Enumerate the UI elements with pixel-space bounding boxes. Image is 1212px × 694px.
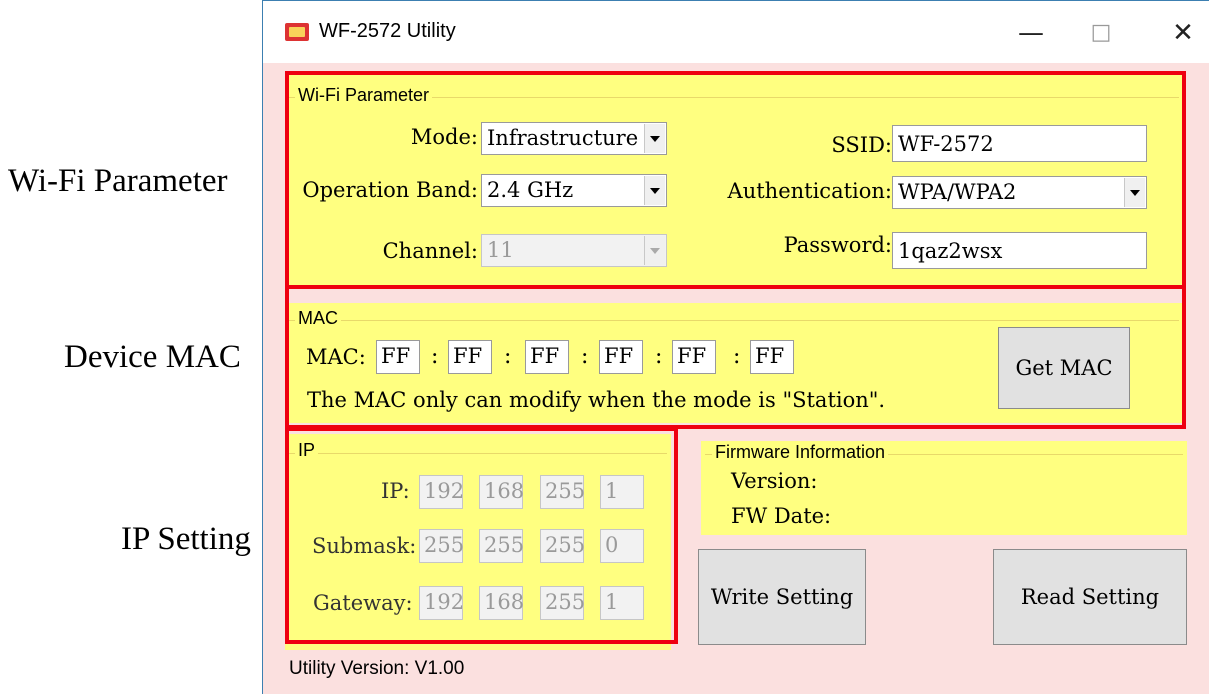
close-button[interactable]: ✕ [1163,15,1203,51]
channel-select[interactable]: 11 [481,234,667,267]
mac-octet-2[interactable]: FF [448,340,492,374]
channel-value: 11 [487,238,514,262]
operation-band-select[interactable]: 2.4 GHz [481,174,667,207]
mac-octet-5[interactable]: FF [672,340,716,374]
firmware-group-legend: Firmware Information [712,442,889,463]
operation-band-label: Operation Band: [302,178,478,202]
read-setting-button[interactable]: Read Setting [993,549,1187,645]
wifi-group-legend: Wi-Fi Parameter [295,85,433,106]
password-input[interactable]: 1qaz2wsx [892,232,1147,269]
mode-select[interactable]: Infrastructure [481,122,667,155]
mac-octet-4[interactable]: FF [599,340,643,374]
mac-octet-6[interactable]: FF [750,340,794,374]
submask-octet-1[interactable]: 255 [419,529,464,563]
mac-separator: : [431,344,439,369]
authentication-select[interactable]: WPA/WPA2 [892,176,1147,209]
password-label: Password: [783,233,892,257]
mac-separator: : [504,344,512,369]
ip-octet-1[interactable]: 192 [419,475,464,509]
firmware-date-label: FW Date: [731,504,832,528]
gateway-octet-4[interactable]: 1 [600,586,644,620]
callout-ip-setting: IP Setting [121,521,251,557]
mode-dropdown-icon[interactable] [644,124,665,153]
submask-label: Submask: [312,534,417,558]
submask-octet-3[interactable]: 255 [540,529,585,563]
mac-separator: : [655,344,663,369]
gateway-octet-3[interactable]: 255 [540,586,585,620]
mac-octet-1[interactable]: FF [376,340,420,374]
mac-group-legend: MAC [295,308,341,329]
authentication-label: Authentication: [727,179,892,203]
firmware-version-label: Version: [731,469,818,493]
utility-version-text: Utility Version: V1.00 [289,658,465,679]
authentication-dropdown-icon[interactable] [1124,178,1145,207]
callout-wifi-parameter: Wi-Fi Parameter [8,163,228,199]
operation-band-value: 2.4 GHz [487,178,574,202]
gateway-octet-2[interactable]: 168 [479,586,524,620]
callout-device-mac: Device MAC [64,339,241,375]
app-logo-icon [285,23,309,41]
title-bar: WF-2572 Utility — □ ✕ [263,1,1209,63]
channel-label: Channel: [382,239,478,263]
channel-dropdown-icon[interactable] [644,236,665,265]
wifi-parameter-group: Wi-Fi Parameter Mode: Infrastructure Ope… [285,75,1183,287]
gateway-octet-1[interactable]: 192 [419,586,464,620]
ip-octet-3[interactable]: 255 [540,475,585,509]
mode-label: Mode: [410,125,478,149]
mac-separator: : [581,344,589,369]
mac-label: MAC: [306,345,366,369]
operation-band-dropdown-icon[interactable] [644,176,665,205]
ip-octet-2[interactable]: 168 [479,475,524,509]
get-mac-button[interactable]: Get MAC [998,327,1130,409]
ip-label: IP: [381,479,410,503]
gateway-label: Gateway: [313,591,413,615]
mac-separator: : [733,344,741,369]
submask-octet-2[interactable]: 255 [479,529,524,563]
firmware-info-group: Firmware Information Version: FW Date: [701,441,1187,535]
mac-note: The MAC only can modify when the mode is… [307,388,886,412]
ssid-input[interactable]: WF-2572 [892,125,1147,162]
mode-value: Infrastructure [487,126,639,150]
utility-window: WF-2572 Utility — □ ✕ Wi-Fi Parameter Mo… [262,0,1209,694]
ssid-label: SSID: [831,133,892,157]
window-title: WF-2572 Utility [319,20,456,42]
ip-group-legend: IP [295,440,319,461]
mac-octet-3[interactable]: FF [525,340,569,374]
submask-octet-4[interactable]: 0 [600,529,644,563]
minimize-button[interactable]: — [1011,15,1051,51]
maximize-button[interactable]: □ [1081,15,1121,51]
ip-octet-4[interactable]: 1 [600,475,644,509]
authentication-value: WPA/WPA2 [898,180,1017,204]
write-setting-button[interactable]: Write Setting [698,549,866,645]
